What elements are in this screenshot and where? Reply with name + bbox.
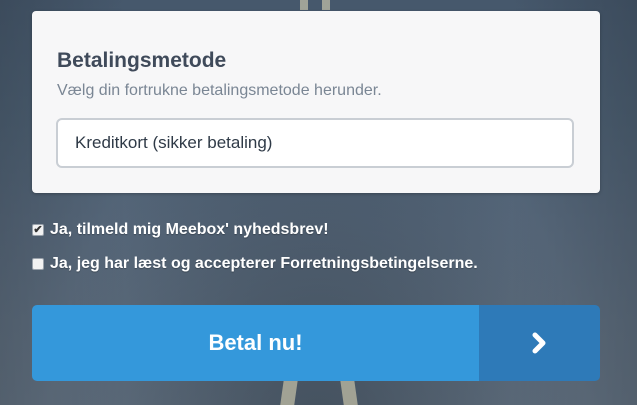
terms-checkbox-label: Ja, jeg har læst og accepterer Forretnin… — [50, 255, 478, 272]
newsletter-checkbox-row[interactable]: ✔ Ja, tilmeld mig Meebox' nyhedsbrev! — [32, 221, 329, 239]
terms-checkbox-row[interactable]: Ja, jeg har læst og accepterer Forretnin… — [32, 255, 478, 273]
pay-now-label: Betal nu! — [208, 330, 303, 355]
pay-now-button[interactable]: Betal nu! — [32, 305, 600, 381]
road-marking — [322, 0, 330, 10]
payment-method-title: Betalingsmetode — [57, 49, 227, 72]
pay-now-label-area[interactable]: Betal nu! — [32, 305, 479, 381]
road-marking — [340, 380, 358, 405]
newsletter-checkbox-label: Ja, tilmeld mig Meebox' nyhedsbrev! — [50, 221, 329, 238]
payment-method-subtitle: Vælg din fortrukne betalingsmetode herun… — [57, 82, 382, 99]
terms-checkbox[interactable] — [32, 258, 44, 270]
pay-now-arrow-area[interactable] — [479, 305, 600, 381]
payment-method-card: Betalingsmetode Vælg din fortrukne betal… — [32, 11, 600, 193]
chevron-right-icon — [532, 332, 545, 354]
newsletter-checkbox[interactable]: ✔ — [32, 224, 44, 236]
payment-method-select[interactable]: Kreditkort (sikker betaling) — [56, 118, 574, 168]
payment-method-selected-value: Kreditkort (sikker betaling) — [75, 133, 273, 152]
road-marking — [300, 0, 308, 10]
road-marking — [280, 380, 298, 405]
